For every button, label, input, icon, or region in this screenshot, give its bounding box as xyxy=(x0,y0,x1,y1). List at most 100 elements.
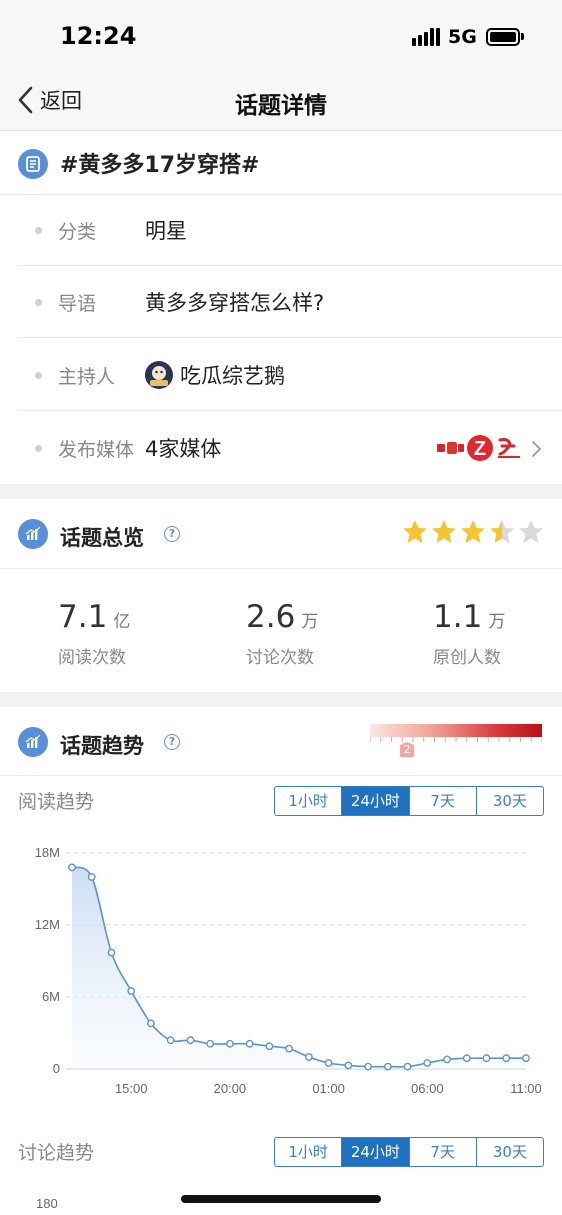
range-24h-button[interactable]: 24小时 xyxy=(341,787,409,815)
data-point[interactable] xyxy=(127,987,136,995)
trend-card: 话题趋势 ? 2 阅读趋势 1小时 24小时 7天 30天 0 6M 12M 18M 1… xyxy=(0,707,562,1215)
data-point[interactable] xyxy=(285,1044,294,1053)
data-point[interactable] xyxy=(383,1062,392,1071)
data-point[interactable] xyxy=(403,1062,412,1071)
topic-info-card: #黄多多17岁穿搭# 分类 明星 导语 黄多多穿搭怎么样? 主持人 吃瓜综艺鹅 … xyxy=(0,131,562,484)
divider xyxy=(18,337,562,338)
heat-scale-ticks xyxy=(370,737,542,742)
help-icon[interactable]: ? xyxy=(164,526,180,542)
signal-icon xyxy=(412,28,440,46)
discuss-range-selector: 1小时 24小时 7天 30天 xyxy=(274,1137,544,1167)
host-label: 主持人 xyxy=(58,366,116,388)
star-icon xyxy=(490,520,514,543)
stat-unit: 万 xyxy=(301,612,319,632)
stat-unit: 亿 xyxy=(113,612,131,632)
heat-scale-bar xyxy=(370,724,542,737)
category-value: 明星 xyxy=(145,219,187,243)
network-type: 5G xyxy=(448,26,477,48)
stat-label: 讨论次数 xyxy=(246,648,314,668)
svg-text:Z: Z xyxy=(474,438,486,460)
data-point[interactable] xyxy=(364,1062,372,1071)
range-7d-button[interactable]: 7天 xyxy=(408,1138,476,1166)
data-point[interactable] xyxy=(522,1054,530,1063)
status-time: 12:24 xyxy=(60,22,137,50)
overview-card: 话题总览 ? 7.1 亿 阅读次数 2.6 万 讨论次数 1.1 万 原创人数 xyxy=(0,499,562,692)
data-point[interactable] xyxy=(482,1054,491,1063)
data-point[interactable] xyxy=(304,1053,313,1061)
stat-unit: 万 xyxy=(488,612,506,632)
bullet-dot xyxy=(35,372,42,379)
range-24h-button[interactable]: 24小时 xyxy=(341,1138,409,1166)
data-point[interactable] xyxy=(324,1059,333,1067)
data-point[interactable] xyxy=(245,1039,254,1048)
divider xyxy=(0,568,562,569)
data-point[interactable] xyxy=(147,1019,155,1028)
avatar[interactable] xyxy=(145,361,173,389)
stat-discussions: 2.6 万 讨论次数 xyxy=(246,599,386,668)
discuss-trend-label: 讨论趋势 xyxy=(18,1142,95,1164)
divider xyxy=(18,410,562,411)
stat-label: 原创人数 xyxy=(433,648,501,668)
intro-value: 黄多多穿搭怎么样? xyxy=(145,291,325,315)
data-point[interactable] xyxy=(166,1036,175,1045)
data-point[interactable] xyxy=(68,863,76,872)
media-label: 发布媒体 xyxy=(58,439,135,461)
data-point[interactable] xyxy=(423,1059,432,1067)
battery-tip xyxy=(521,33,524,40)
read-range-selector: 1小时 24小时 7天 30天 xyxy=(274,786,544,816)
row-media[interactable]: 发布媒体 4家媒体 Z xyxy=(0,412,562,484)
series-area xyxy=(72,867,526,1069)
host-name[interactable]: 吃瓜综艺鹅 xyxy=(180,360,285,390)
star-icon xyxy=(461,520,485,543)
divider xyxy=(0,775,562,776)
data-point[interactable] xyxy=(206,1039,215,1048)
data-point[interactable] xyxy=(443,1055,451,1064)
category-label: 分类 xyxy=(58,221,97,243)
rating-stars xyxy=(402,519,544,545)
x-tick-label: 20:00 xyxy=(214,1081,247,1096)
chevron-right-icon xyxy=(532,441,542,457)
bar-chart-icon xyxy=(18,727,48,757)
stat-value: 7.1 xyxy=(58,599,108,635)
data-point[interactable] xyxy=(226,1039,234,1048)
data-point[interactable] xyxy=(502,1054,511,1063)
help-icon[interactable]: ? xyxy=(164,734,180,750)
range-7d-button[interactable]: 7天 xyxy=(408,787,476,815)
stat-value: 2.6 xyxy=(246,599,296,635)
data-point[interactable] xyxy=(107,948,116,957)
bar-chart-icon xyxy=(18,519,48,549)
range-1h-button[interactable]: 1小时 xyxy=(275,1138,341,1166)
data-point[interactable] xyxy=(87,873,96,881)
row-category: 分类 明星 xyxy=(0,194,562,266)
media-logos-icon: Z xyxy=(437,435,520,461)
battery-icon xyxy=(486,28,520,46)
nav-bar: 返回 话题详情 xyxy=(0,70,562,131)
y-tick-label: 6M xyxy=(42,989,60,1004)
row-host[interactable]: 主持人 吃瓜综艺鹅 xyxy=(0,339,562,411)
stat-original-users: 1.1 万 原创人数 xyxy=(433,599,562,668)
range-30d-button[interactable]: 30天 xyxy=(475,1138,543,1166)
page-title: 话题详情 xyxy=(235,93,327,119)
data-point[interactable] xyxy=(265,1042,274,1051)
bullet-dot xyxy=(35,227,42,234)
intro-label: 导语 xyxy=(58,293,97,315)
data-point[interactable] xyxy=(344,1061,353,1070)
status-bar: 12:24 5G xyxy=(0,0,562,70)
y-tick-label: 18M xyxy=(35,845,60,860)
topic-title: #黄多多17岁穿搭# xyxy=(60,153,260,178)
x-tick-label: 06:00 xyxy=(411,1081,444,1096)
y-tick-label: 0 xyxy=(53,1061,60,1076)
x-tick-label: 01:00 xyxy=(312,1081,345,1096)
read-trend-label: 阅读趋势 xyxy=(18,791,95,813)
range-1h-button[interactable]: 1小时 xyxy=(275,787,341,815)
stat-label: 阅读次数 xyxy=(58,648,126,668)
stat-reads: 7.1 亿 阅读次数 xyxy=(58,599,198,668)
range-30d-button[interactable]: 30天 xyxy=(475,787,543,815)
data-point[interactable] xyxy=(186,1036,195,1045)
home-indicator[interactable] xyxy=(181,1195,381,1203)
bullet-dot xyxy=(35,445,42,452)
data-point[interactable] xyxy=(462,1054,471,1063)
y-tick-label: 12M xyxy=(35,917,60,932)
media-value: 4家媒体 xyxy=(145,437,222,461)
read-trend-chart: 0 6M 12M 18M 15:00 20:00 01:00 06:00 11:00 xyxy=(35,845,542,1096)
